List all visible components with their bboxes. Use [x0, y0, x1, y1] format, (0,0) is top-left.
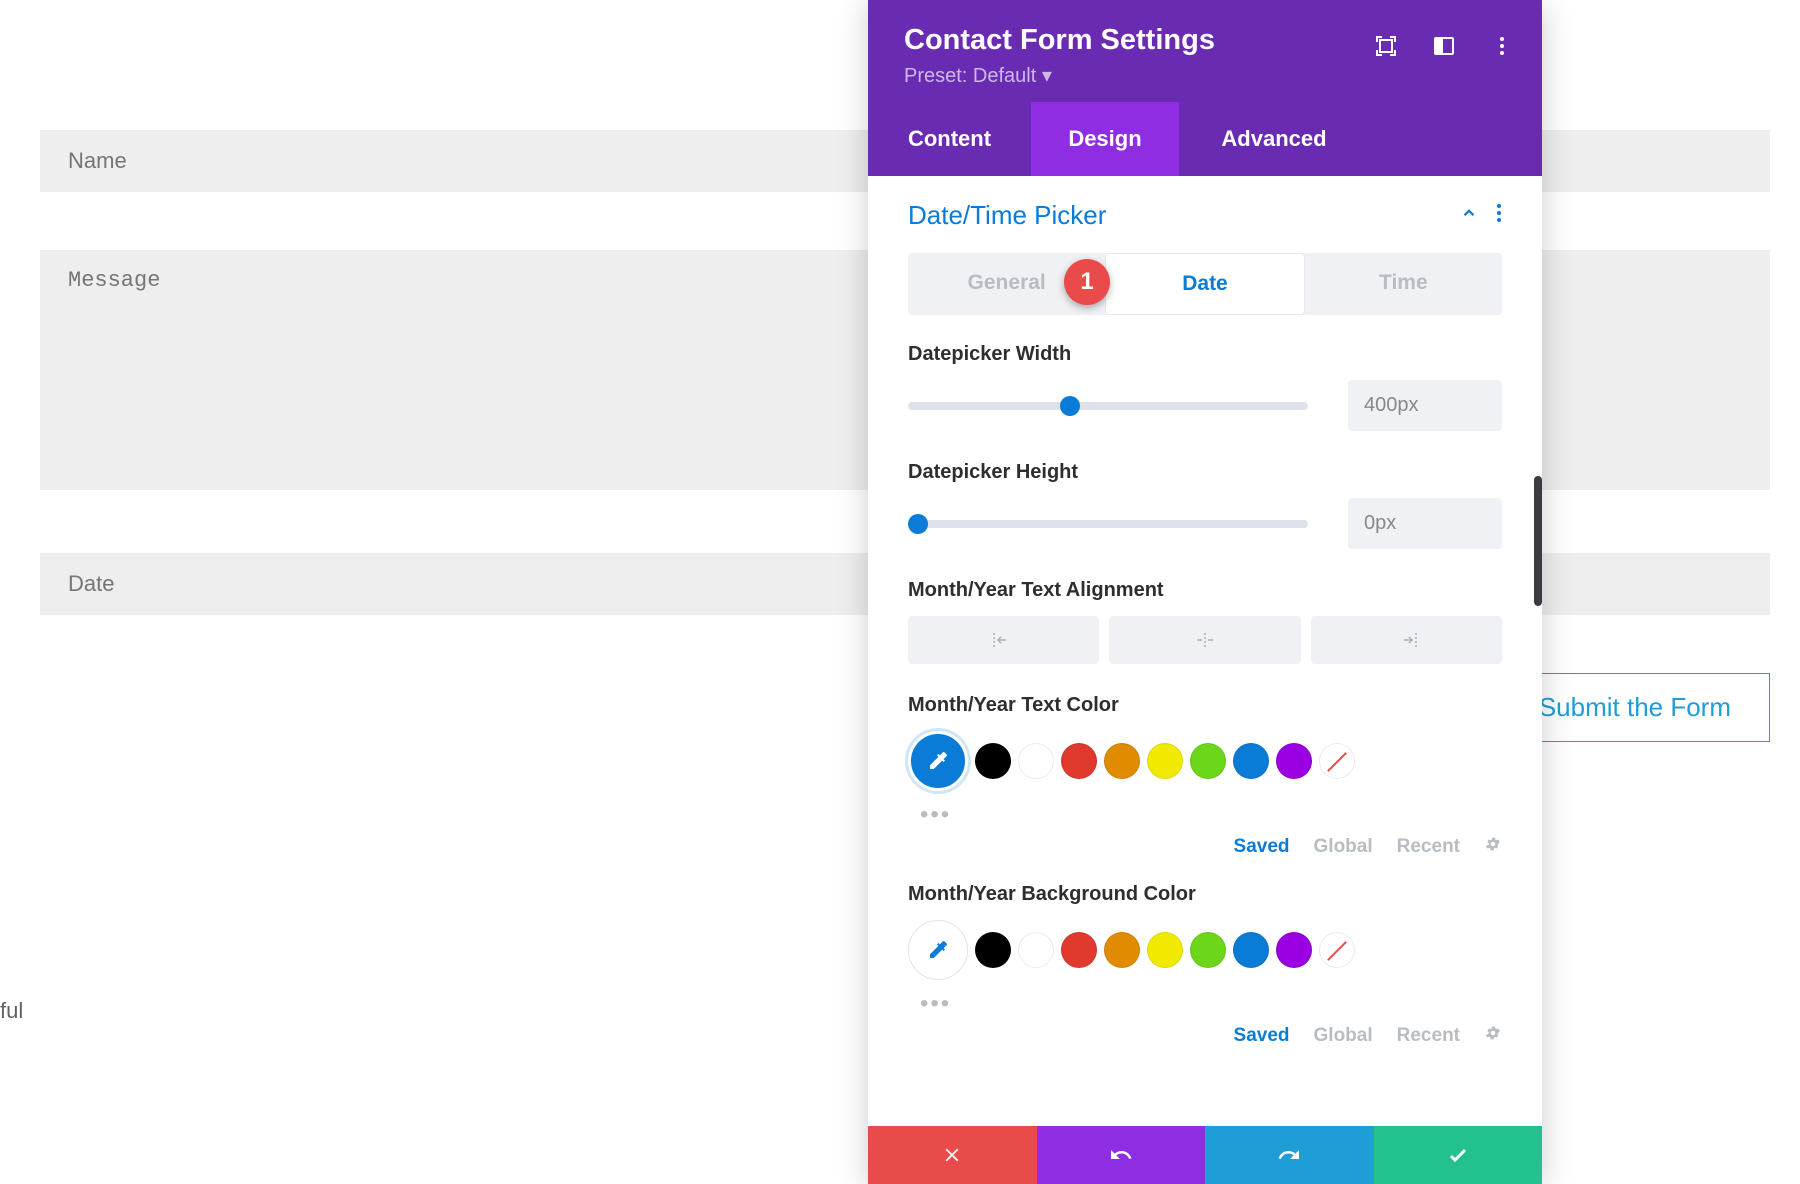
color-swatch[interactable] [1233, 743, 1269, 779]
main-tabs: Content Design Advanced [868, 102, 1542, 176]
eyedropper-bg-color[interactable] [908, 920, 968, 980]
align-left-button[interactable] [908, 616, 1099, 664]
color-settings-icon-bg[interactable] [1484, 1024, 1502, 1048]
panel-header: Contact Form Settings Preset: Default ▾ [868, 0, 1542, 102]
cancel-button[interactable] [868, 1126, 1037, 1184]
height-value[interactable]: 0px [1348, 498, 1502, 549]
color-swatch[interactable] [975, 932, 1011, 968]
more-icon[interactable] [1490, 34, 1514, 58]
color-swatch[interactable] [1276, 932, 1312, 968]
align-right-button[interactable] [1311, 616, 1502, 664]
no-color-swatch[interactable] [1319, 932, 1355, 968]
align-center-button[interactable] [1109, 616, 1300, 664]
save-button[interactable] [1374, 1126, 1543, 1184]
section-title[interactable]: Date/Time Picker [908, 200, 1106, 231]
preset-selector[interactable]: Preset: Default ▾ [904, 63, 1506, 88]
sub-tab-time[interactable]: Time [1305, 253, 1502, 315]
color-swatch[interactable] [1061, 743, 1097, 779]
color-swatch[interactable] [1061, 932, 1097, 968]
color-swatch[interactable] [975, 743, 1011, 779]
color-swatch[interactable] [1018, 743, 1054, 779]
color-swatch[interactable] [1104, 932, 1140, 968]
tab-content[interactable]: Content [868, 102, 1031, 176]
eyedropper-text-color[interactable] [908, 731, 968, 791]
sub-tab-date[interactable]: Date [1105, 253, 1304, 315]
height-slider[interactable] [908, 520, 1308, 528]
tab-design[interactable]: Design [1031, 102, 1179, 176]
layout-icon[interactable] [1432, 34, 1456, 58]
no-color-swatch[interactable] [1319, 743, 1355, 779]
sub-tabs: General Date Time 1 [908, 253, 1502, 315]
expand-icon[interactable] [1374, 34, 1398, 58]
text-color-label: Month/Year Text Color [908, 694, 1502, 717]
color-tab-global[interactable]: Global [1314, 836, 1373, 858]
panel-body: Date/Time Picker General Date Time 1 Dat… [868, 176, 1542, 1126]
color-settings-icon[interactable] [1484, 835, 1502, 859]
tab-advanced[interactable]: Advanced [1179, 102, 1369, 176]
color-tab-recent[interactable]: Recent [1397, 836, 1460, 858]
color-swatch[interactable] [1233, 932, 1269, 968]
color-swatch[interactable] [1104, 743, 1140, 779]
color-swatch[interactable] [1190, 743, 1226, 779]
color-tab-saved[interactable]: Saved [1234, 836, 1290, 858]
color-swatch[interactable] [1276, 743, 1312, 779]
undo-button[interactable] [1037, 1126, 1206, 1184]
redo-button[interactable] [1205, 1126, 1374, 1184]
scrollbar[interactable] [1534, 476, 1542, 606]
color-tab-global-bg[interactable]: Global [1314, 1025, 1373, 1047]
height-label: Datepicker Height [908, 461, 1502, 484]
width-value[interactable]: 400px [1348, 380, 1502, 431]
alignment-label: Month/Year Text Alignment [908, 579, 1502, 602]
partial-text: ful [0, 998, 23, 1024]
footer-actions [868, 1126, 1542, 1184]
color-swatch[interactable] [1018, 932, 1054, 968]
section-more-icon[interactable] [1496, 203, 1502, 228]
color-tab-recent-bg[interactable]: Recent [1397, 1025, 1460, 1047]
color-swatch[interactable] [1147, 743, 1183, 779]
more-colors-bg[interactable]: ••• [920, 990, 1502, 1018]
bg-color-label: Month/Year Background Color [908, 883, 1502, 906]
color-tab-saved-bg[interactable]: Saved [1234, 1025, 1290, 1047]
annotation-badge: 1 [1064, 259, 1110, 305]
color-swatch[interactable] [1147, 932, 1183, 968]
more-colors-text[interactable]: ••• [920, 801, 1502, 829]
width-slider[interactable] [908, 402, 1308, 410]
width-label: Datepicker Width [908, 343, 1502, 366]
color-swatch[interactable] [1190, 932, 1226, 968]
collapse-icon[interactable] [1460, 204, 1478, 227]
settings-panel: Contact Form Settings Preset: Default ▾ … [868, 0, 1542, 1184]
